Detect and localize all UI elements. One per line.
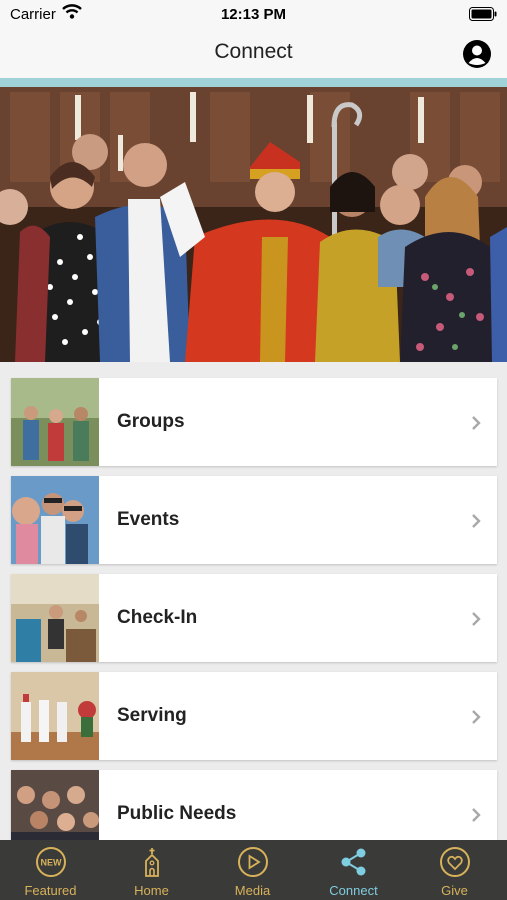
- status-bar: Carrier 12:13 PM: [0, 0, 507, 30]
- tab-label: Media: [234, 883, 271, 898]
- tab-bar: NEW Featured Home Media Connect Give: [0, 840, 507, 900]
- serving-thumbnail: [11, 672, 99, 760]
- tab-label: Connect: [329, 883, 378, 898]
- connect-item-label: Groups: [117, 411, 185, 432]
- tab-give[interactable]: Give: [404, 840, 505, 900]
- chevron-right-icon: [471, 415, 481, 431]
- hero-image: [0, 87, 507, 362]
- events-thumbnail: [11, 476, 99, 564]
- profile-icon[interactable]: [462, 39, 492, 69]
- connect-item-check-in[interactable]: Check-In: [11, 574, 497, 662]
- tab-media[interactable]: Media: [202, 840, 303, 900]
- page-title: Connect: [214, 40, 293, 63]
- status-time: 12:13 PM: [220, 6, 287, 23]
- connect-item-label: Serving: [117, 705, 187, 726]
- check-in-thumbnail: [11, 574, 99, 662]
- play-icon: [237, 846, 269, 878]
- tab-label: Featured: [24, 883, 77, 898]
- new-badge-text: NEW: [41, 858, 63, 868]
- tab-label: Home: [134, 883, 169, 898]
- battery-icon: [469, 7, 497, 25]
- new-badge-icon: NEW: [35, 846, 67, 878]
- chevron-right-icon: [471, 611, 481, 627]
- church-icon: [136, 846, 168, 878]
- share-icon: [338, 846, 370, 878]
- connect-list: Groups Events Check-In Serving Public Ne…: [11, 378, 497, 868]
- accent-divider: [0, 78, 507, 87]
- chevron-right-icon: [471, 807, 481, 823]
- tab-featured[interactable]: NEW Featured: [0, 840, 101, 900]
- connect-item-events[interactable]: Events: [11, 476, 497, 564]
- heart-icon: [439, 846, 471, 878]
- chevron-right-icon: [471, 709, 481, 725]
- nav-bar: Connect: [0, 30, 507, 78]
- connect-item-serving[interactable]: Serving: [11, 672, 497, 760]
- connect-item-label: Check-In: [117, 607, 198, 628]
- tab-home[interactable]: Home: [101, 840, 202, 900]
- groups-thumbnail: [11, 378, 99, 466]
- chevron-right-icon: [471, 513, 481, 529]
- tab-label: Give: [441, 883, 468, 898]
- connect-item-label: Events: [117, 509, 180, 530]
- connect-item-groups[interactable]: Groups: [11, 378, 497, 466]
- tab-connect[interactable]: Connect: [303, 840, 404, 900]
